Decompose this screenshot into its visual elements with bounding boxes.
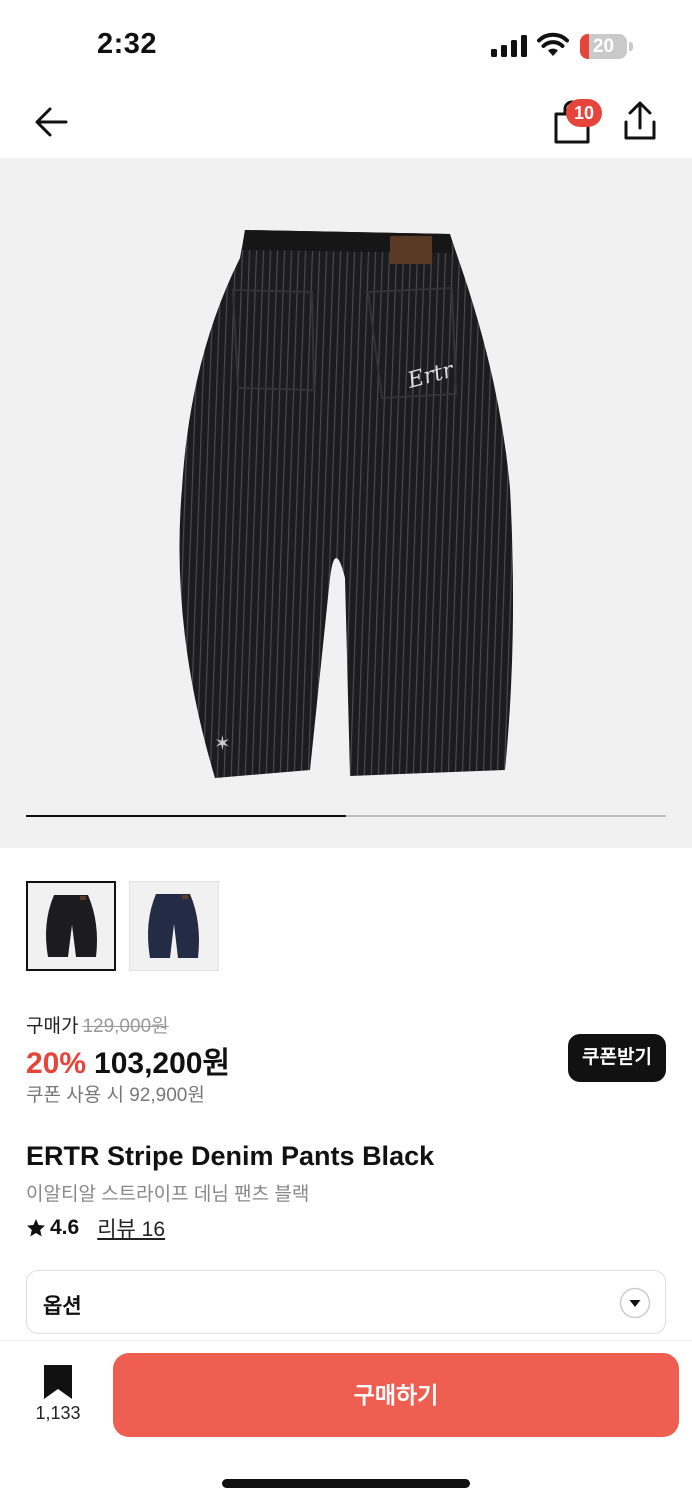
chevron-down-icon — [619, 1287, 651, 1319]
product-image: Ertr ✶ — [179, 230, 514, 778]
bookmark-button[interactable]: 1,133 — [30, 1363, 86, 1427]
product-subtitle: 이알티알 스트라이프 데님 팬츠 블랙 — [26, 1184, 310, 1205]
review-link[interactable]: 리뷰 16 — [97, 1213, 165, 1243]
sale-price: 103,200원 — [94, 1047, 231, 1080]
wifi-icon — [537, 32, 569, 56]
battery-level: 20 — [592, 36, 615, 57]
black-pants-thumbnail[interactable] — [26, 881, 116, 971]
status-time: 2:32 — [97, 28, 158, 60]
option-select[interactable]: 옵션 — [26, 1270, 666, 1334]
bookmark-count: 1,133 — [35, 1403, 81, 1423]
original-price: 129,000원 — [82, 1016, 169, 1037]
gallery-progress-fill — [26, 815, 346, 817]
price-label-row: 구매가 129,000원 — [26, 1011, 169, 1038]
buy-button[interactable]: 구매하기 — [113, 1353, 679, 1437]
battery-indicator: 20 — [580, 34, 633, 59]
rating-row: 4.6 리뷰 16 — [26, 1213, 165, 1243]
bookmark-icon — [44, 1365, 72, 1399]
star-icon — [27, 1219, 45, 1237]
home-indicator — [222, 1479, 470, 1488]
price-label: 구매가 — [26, 1016, 79, 1037]
status-bar: 2:32 20 — [0, 0, 692, 90]
sale-price-row: 20% 103,200원 — [26, 1038, 230, 1082]
navy-pants-thumbnail[interactable] — [129, 881, 219, 971]
rating-value: 4.6 — [50, 1216, 80, 1239]
bottom-action-bar: 1,133 구매하기 — [0, 1340, 692, 1500]
share-icon[interactable] — [618, 98, 662, 144]
svg-text:✶: ✶ — [214, 731, 231, 755]
coupon-price-text: 쿠폰 사용 시 92,900원 — [26, 1085, 205, 1106]
option-label: 옵션 — [43, 1295, 82, 1318]
cellular-signal-icon — [491, 35, 527, 57]
product-title: ERTR Stripe Denim Pants Black — [26, 1141, 435, 1171]
gallery-progress-track — [26, 815, 666, 817]
discount-rate: 20% — [26, 1047, 87, 1080]
top-nav-bar: 10 — [0, 90, 692, 158]
arrow-left-icon[interactable] — [30, 102, 74, 142]
product-image-gallery[interactable]: Ertr ✶ — [0, 158, 692, 848]
get-coupon-button[interactable]: 쿠폰받기 — [568, 1034, 666, 1082]
cart-count-badge: 10 — [566, 99, 602, 127]
